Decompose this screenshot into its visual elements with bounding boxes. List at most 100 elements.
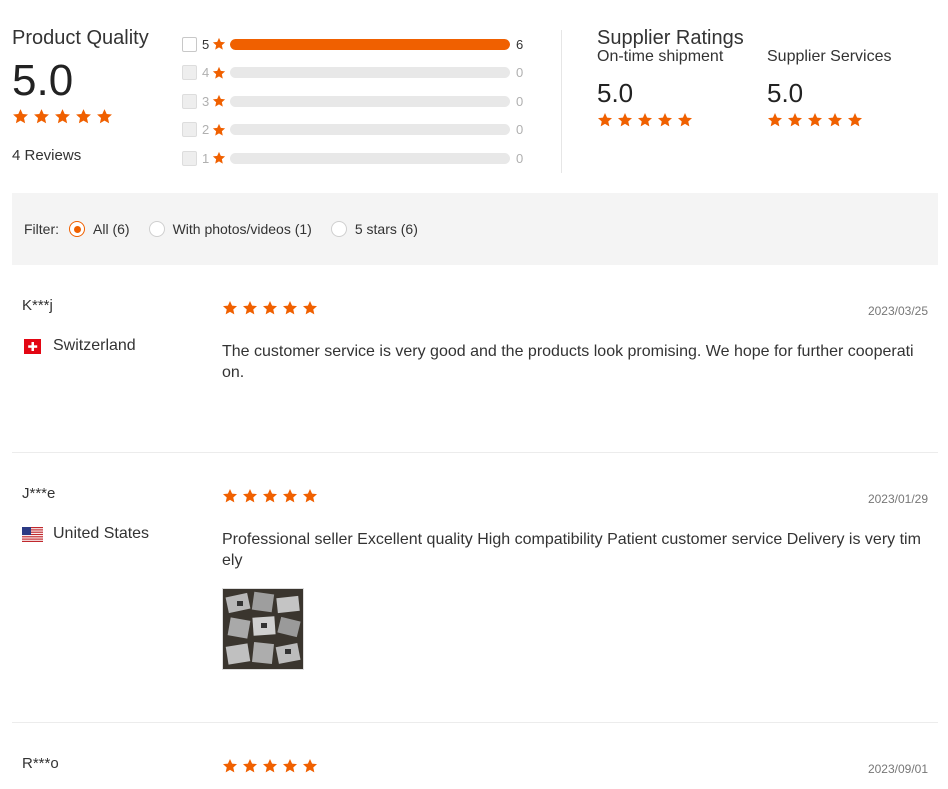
review-count: 4 Reviews xyxy=(12,147,82,164)
review-item: R***o 2023/09/01 xyxy=(12,755,938,789)
histogram-row-2: 2 0 xyxy=(182,116,532,145)
star-icon xyxy=(212,151,226,165)
histogram-star-label: 2 xyxy=(202,122,210,138)
section-divider xyxy=(561,30,562,173)
review-stars xyxy=(222,488,318,504)
review-text: The customer service is very good and th… xyxy=(222,343,914,381)
histogram-row-4: 4 0 xyxy=(182,59,532,88)
star-icon xyxy=(282,758,298,774)
star-icon xyxy=(222,300,238,316)
histogram-bar xyxy=(230,67,510,79)
histogram-bar xyxy=(230,95,510,107)
product-quality-score: 5.0 xyxy=(12,56,74,105)
filter-1-star-checkbox xyxy=(182,150,197,166)
filter-option-label: With photos/videos (1) xyxy=(172,221,312,237)
review-photo-thumbnail[interactable] xyxy=(222,588,304,670)
histogram-count: 0 xyxy=(516,93,524,109)
swiss-flag-icon xyxy=(24,338,41,354)
star-icon xyxy=(597,112,613,128)
histogram-bar xyxy=(230,152,510,164)
histogram-bar xyxy=(230,124,510,136)
radio-icon[interactable] xyxy=(330,221,347,237)
star-icon xyxy=(637,112,653,128)
filter-option-all[interactable]: All (6) xyxy=(69,221,130,237)
reviewer-country: United States xyxy=(22,525,149,543)
filter-2-star-checkbox xyxy=(182,122,197,138)
product-quality-summary: Product Quality 5.0 4 Reviews xyxy=(12,26,172,164)
product-quality-stars xyxy=(12,108,172,125)
reviewer-name: R***o xyxy=(22,755,59,772)
review-stars xyxy=(222,300,318,316)
photo-image xyxy=(223,589,303,669)
histogram-count: 0 xyxy=(516,65,524,81)
review-date: 2023/03/25 xyxy=(867,304,928,318)
reviewer-country: Switzerland xyxy=(22,337,136,355)
on-time-shipment-stars xyxy=(597,112,757,128)
star-icon xyxy=(807,112,823,128)
on-time-shipment-label: On-time shipment xyxy=(597,48,724,65)
star-icon xyxy=(787,112,803,128)
filter-4-star-checkbox xyxy=(182,65,197,81)
star-icon xyxy=(242,300,258,316)
star-icon xyxy=(212,94,226,108)
star-icon xyxy=(302,758,318,774)
filter-3-star-checkbox xyxy=(182,93,197,109)
filter-option-5-stars[interactable]: 5 stars (6) xyxy=(330,221,418,237)
histogram-star-label: 1 xyxy=(202,150,210,166)
star-icon xyxy=(282,488,298,504)
supplier-ratings-title: Supplier Ratings xyxy=(597,27,744,49)
histogram-star-label: 5 xyxy=(202,36,210,52)
country-name: Switzerland xyxy=(53,337,136,354)
histogram-star-label: 4 xyxy=(202,65,210,81)
filter-option-with-photos[interactable]: With photos/videos (1) xyxy=(148,221,312,237)
radio-selected-icon[interactable] xyxy=(69,221,85,237)
histogram-star-label: 3 xyxy=(202,93,210,109)
star-icon xyxy=(262,758,278,774)
star-icon xyxy=(212,123,226,137)
star-icon xyxy=(847,112,863,128)
review-divider xyxy=(12,452,938,453)
star-icon xyxy=(96,108,113,125)
star-icon xyxy=(657,112,673,128)
country-name: United States xyxy=(53,525,150,542)
star-icon xyxy=(222,758,238,774)
review-text: Professional seller Excellent quality Hi… xyxy=(222,531,921,569)
star-icon xyxy=(212,66,226,80)
histogram-bar xyxy=(230,38,510,50)
star-icon xyxy=(75,108,92,125)
supplier-services-stars xyxy=(767,112,927,128)
star-icon xyxy=(262,300,278,316)
review-date: 2023/01/29 xyxy=(867,492,928,506)
star-icon xyxy=(282,300,298,316)
radio-icon[interactable] xyxy=(148,221,165,237)
star-icon xyxy=(302,300,318,316)
reviewer-name: J***e xyxy=(22,485,56,502)
histogram-row-3: 3 0 xyxy=(182,87,532,116)
histogram-count: 6 xyxy=(516,36,524,52)
star-icon xyxy=(222,488,238,504)
us-flag-icon xyxy=(22,526,43,542)
supplier-services-score: 5.0 xyxy=(767,78,804,108)
star-icon xyxy=(767,112,783,128)
star-icon xyxy=(302,488,318,504)
histogram-count: 0 xyxy=(516,150,524,166)
star-icon xyxy=(54,108,71,125)
star-icon xyxy=(617,112,633,128)
star-icon xyxy=(827,112,843,128)
star-icon xyxy=(33,108,50,125)
histogram-row-1: 1 0 xyxy=(182,144,532,173)
filter-option-label: All (6) xyxy=(93,221,130,237)
review-divider xyxy=(12,722,938,723)
on-time-shipment-score: 5.0 xyxy=(597,78,634,108)
histogram-row-5[interactable]: 5 6 xyxy=(182,30,532,59)
reviewer-name: K***j xyxy=(22,297,53,314)
filter-option-label: 5 stars (6) xyxy=(354,221,418,237)
star-icon xyxy=(262,488,278,504)
star-icon xyxy=(677,112,693,128)
review-filter-bar: Filter: All (6) With photos/videos (1) 5… xyxy=(12,193,938,265)
filter-label: Filter: xyxy=(24,221,59,237)
star-icon xyxy=(12,108,29,125)
histogram-count: 0 xyxy=(516,122,524,138)
filter-5-star-checkbox[interactable] xyxy=(182,36,197,52)
review-item: J***e United States 2023/01/29 Professio… xyxy=(12,485,938,685)
